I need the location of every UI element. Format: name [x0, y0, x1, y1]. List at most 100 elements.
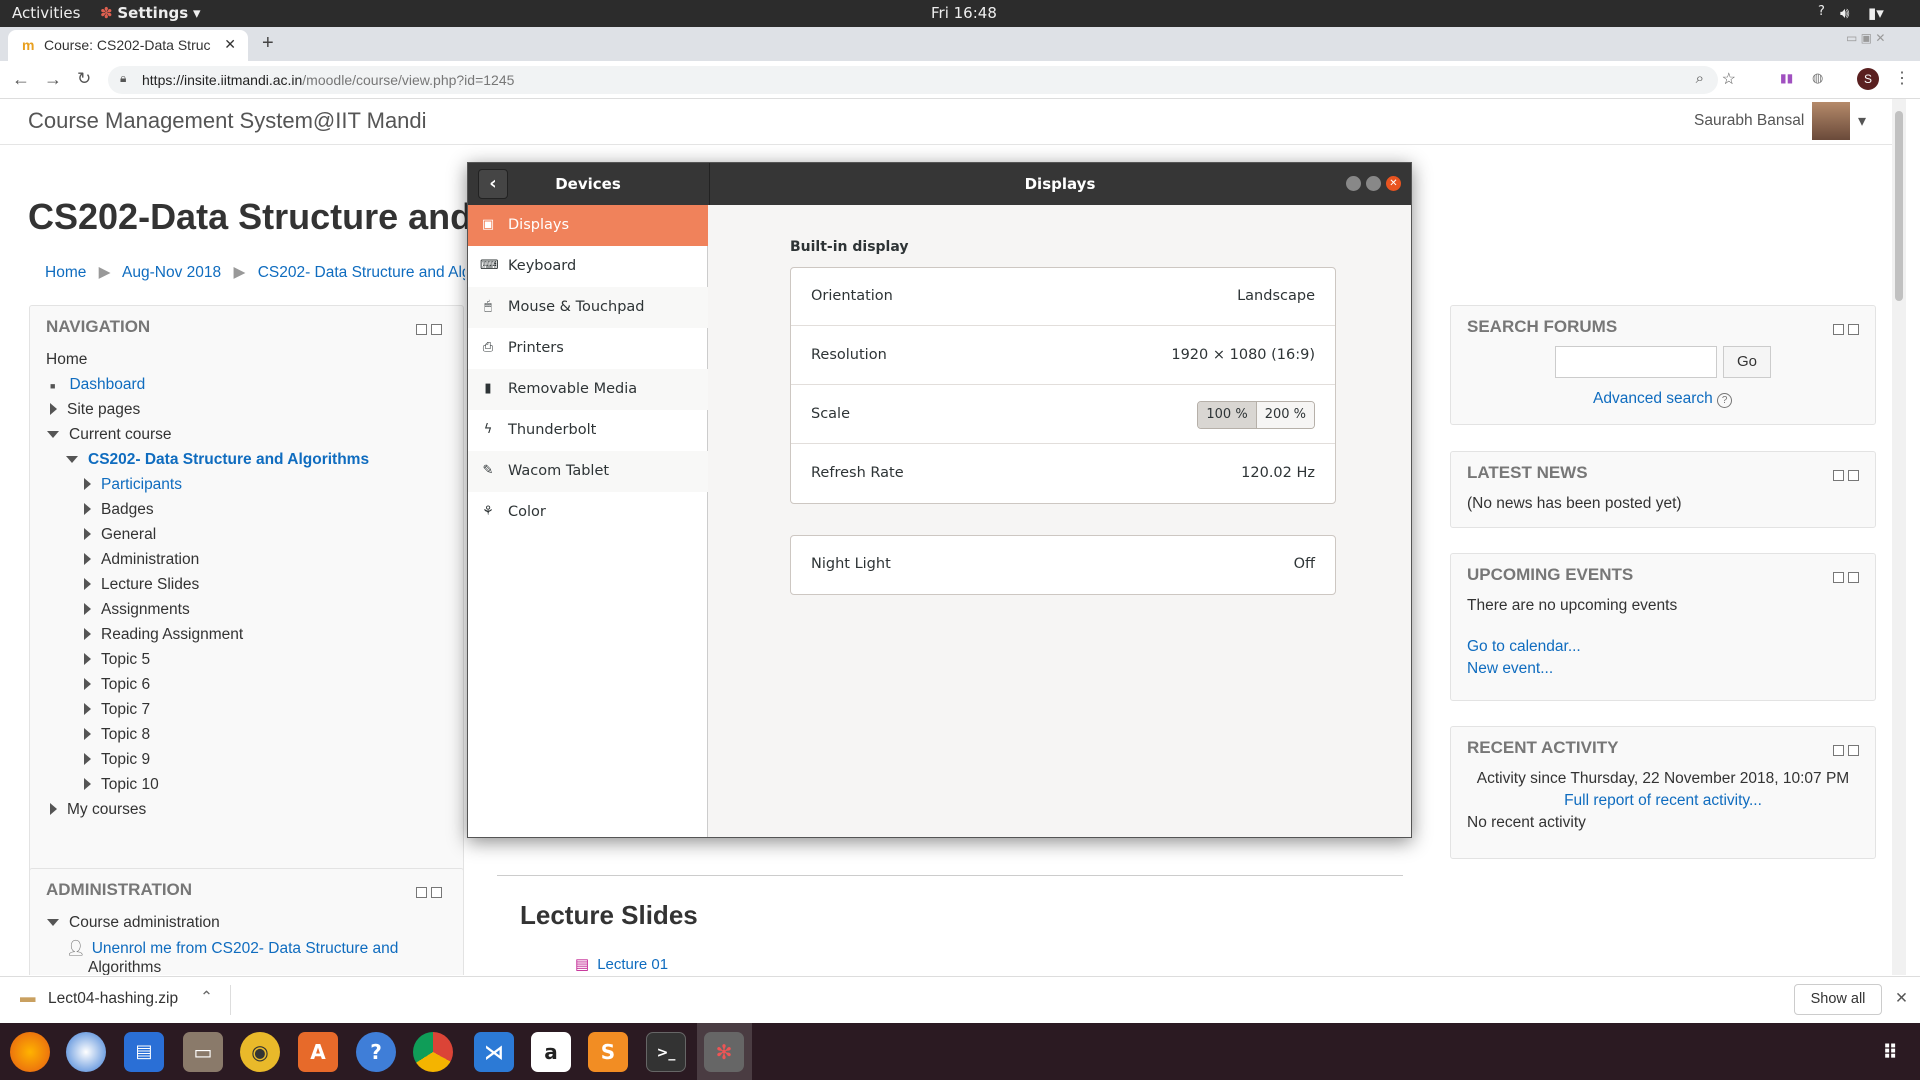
- unenrol-link[interactable]: 👤︎ Unenrol me from CS202- Data Structure …: [66, 939, 398, 958]
- sidebar-item-printers[interactable]: ⎙ Printers: [468, 328, 708, 369]
- battery-icon[interactable]: ▮▾: [1868, 4, 1884, 22]
- volume-icon[interactable]: 🔊︎: [1840, 4, 1849, 22]
- close-tab-icon[interactable]: ✕: [224, 36, 236, 53]
- nav-item[interactable]: Topic 6: [84, 676, 150, 694]
- user-menu-chevron-icon[interactable]: ▾: [1858, 111, 1866, 131]
- dock-icon[interactable]: [431, 887, 442, 898]
- rhythmbox-icon[interactable]: ◉: [240, 1032, 280, 1072]
- download-item[interactable]: ▬ Lect04-hashing.zip ⌃: [0, 977, 230, 1023]
- window-controls[interactable]: ▭ ▣ ✕: [1846, 31, 1885, 45]
- night-light-row[interactable]: Night Light Off: [791, 536, 1335, 594]
- sidebar-item-displays[interactable]: ▣ Displays: [468, 205, 708, 246]
- extension-2-icon[interactable]: ◍: [1812, 70, 1823, 86]
- nav-item[interactable]: Topic 7: [84, 701, 150, 719]
- nav-item[interactable]: Assignments: [84, 601, 190, 619]
- sidebar-item-keyboard[interactable]: ⌨ Keyboard: [468, 246, 708, 287]
- scale-100-button[interactable]: 100 %: [1198, 402, 1257, 428]
- bookmark-star-icon[interactable]: ☆: [1722, 69, 1736, 89]
- collapse-icon[interactable]: [416, 324, 427, 335]
- refresh-rate-row[interactable]: Refresh Rate 120.02 Hz: [791, 445, 1335, 503]
- orientation-row[interactable]: Orientation Landscape: [791, 268, 1335, 326]
- dock-icon[interactable]: [1848, 745, 1859, 756]
- chrome-icon[interactable]: [413, 1032, 453, 1072]
- calendar-link[interactable]: Go to calendar...: [1467, 638, 1581, 656]
- nav-item[interactable]: Topic 10: [84, 776, 159, 794]
- breadcrumb-home[interactable]: Home: [45, 264, 86, 281]
- back-icon[interactable]: ←: [12, 69, 30, 90]
- breadcrumb-course[interactable]: CS202- Data Structure and Algor: [258, 264, 465, 281]
- maximize-button[interactable]: [1366, 176, 1381, 191]
- app-menu[interactable]: ✽ Settings ▾: [100, 4, 200, 22]
- settings-icon[interactable]: ✻: [704, 1032, 744, 1072]
- nav-item[interactable]: Topic 9: [84, 751, 150, 769]
- profile-avatar[interactable]: S: [1857, 68, 1879, 90]
- block-controls[interactable]: [412, 322, 444, 335]
- dock-icon[interactable]: [431, 324, 442, 335]
- nav-item[interactable]: Reading Assignment: [84, 626, 243, 644]
- nav-my-courses[interactable]: My courses: [50, 801, 146, 819]
- clock[interactable]: Fri 16:48: [931, 4, 997, 22]
- breadcrumb-term[interactable]: Aug-Nov 2018: [122, 264, 221, 281]
- files-icon[interactable]: ▭: [183, 1032, 223, 1072]
- page-scrollbar[interactable]: [1892, 99, 1906, 975]
- lecture-link[interactable]: ▤ Lecture 01: [575, 955, 668, 973]
- block-controls[interactable]: [1829, 322, 1861, 335]
- block-controls[interactable]: [1829, 468, 1861, 481]
- block-controls[interactable]: [1829, 570, 1861, 583]
- close-button[interactable]: ✕: [1386, 176, 1401, 191]
- chevron-up-icon[interactable]: ⌃: [200, 988, 213, 1007]
- unenrol-link-cont[interactable]: Algorithms: [88, 959, 161, 975]
- close-downloads-icon[interactable]: ✕: [1895, 989, 1908, 1008]
- help-icon[interactable]: ?: [356, 1032, 396, 1072]
- firefox-icon[interactable]: [10, 1032, 50, 1072]
- nav-site-pages[interactable]: Site pages: [50, 401, 140, 419]
- zoom-icon[interactable]: ⌕: [1696, 70, 1704, 87]
- course-administration[interactable]: Course administration: [47, 914, 220, 932]
- collapse-icon[interactable]: [1833, 324, 1844, 335]
- address-bar[interactable]: 🔒︎ https://insite.iitmandi.ac.in/moodle/…: [108, 66, 1736, 94]
- extension-icon[interactable]: ▮▮: [1780, 71, 1793, 85]
- collapse-icon[interactable]: [1833, 745, 1844, 756]
- menu-dots-icon[interactable]: ⋮: [1894, 68, 1910, 88]
- software-icon[interactable]: A: [298, 1032, 338, 1072]
- new-tab-button[interactable]: +: [262, 32, 274, 55]
- app-grid-icon[interactable]: ⠿: [1870, 1032, 1910, 1072]
- sidebar-item-wacom[interactable]: ✎ Wacom Tablet: [468, 451, 708, 492]
- terminal-icon[interactable]: >_: [646, 1032, 686, 1072]
- nav-item[interactable]: General: [84, 526, 156, 544]
- nav-item[interactable]: Lecture Slides: [84, 576, 199, 594]
- activities-button[interactable]: Activities: [12, 4, 80, 22]
- nav-course[interactable]: CS202- Data Structure and Algorithms: [66, 451, 369, 469]
- sidebar-item-color[interactable]: ⚘ Color: [468, 492, 708, 533]
- block-controls[interactable]: [1829, 743, 1861, 756]
- resolution-row[interactable]: Resolution 1920 × 1080 (16:9): [791, 327, 1335, 385]
- show-all-button[interactable]: Show all: [1794, 984, 1882, 1015]
- collapse-icon[interactable]: [1833, 572, 1844, 583]
- go-button[interactable]: Go: [1723, 346, 1771, 378]
- avatar[interactable]: [1812, 102, 1850, 140]
- nav-item[interactable]: Topic 8: [84, 726, 150, 744]
- sidebar-item-removable-media[interactable]: ▮ Removable Media: [468, 369, 708, 410]
- collapse-icon[interactable]: [416, 887, 427, 898]
- nav-item[interactable]: Badges: [84, 501, 154, 519]
- advanced-search-link[interactable]: Advanced search ?: [1593, 390, 1733, 408]
- nav-home[interactable]: Home: [46, 351, 87, 369]
- dock-icon[interactable]: [1848, 470, 1859, 481]
- vscode-icon[interactable]: ⋊: [474, 1032, 514, 1072]
- thunderbird-icon[interactable]: [66, 1032, 106, 1072]
- help-indicator[interactable]: ?: [1818, 4, 1825, 19]
- forward-icon[interactable]: →: [44, 69, 62, 90]
- nav-current-course[interactable]: Current course: [47, 426, 172, 444]
- sublime-icon[interactable]: S: [588, 1032, 628, 1072]
- sidebar-item-thunderbolt[interactable]: ϟ Thunderbolt: [468, 410, 708, 451]
- dock-icon[interactable]: [1848, 324, 1859, 335]
- new-event-link[interactable]: New event...: [1467, 660, 1553, 678]
- collapse-icon[interactable]: [1833, 470, 1844, 481]
- block-controls[interactable]: [412, 885, 444, 898]
- browser-tab[interactable]: m Course: CS202-Data Struc ✕: [8, 30, 248, 61]
- sidebar-item-mouse[interactable]: 🖱︎ Mouse & Touchpad: [468, 287, 708, 328]
- minimize-button[interactable]: [1346, 176, 1361, 191]
- dock-icon[interactable]: [1848, 572, 1859, 583]
- nav-item[interactable]: Topic 5: [84, 651, 150, 669]
- nav-dashboard[interactable]: ■ Dashboard: [50, 376, 145, 394]
